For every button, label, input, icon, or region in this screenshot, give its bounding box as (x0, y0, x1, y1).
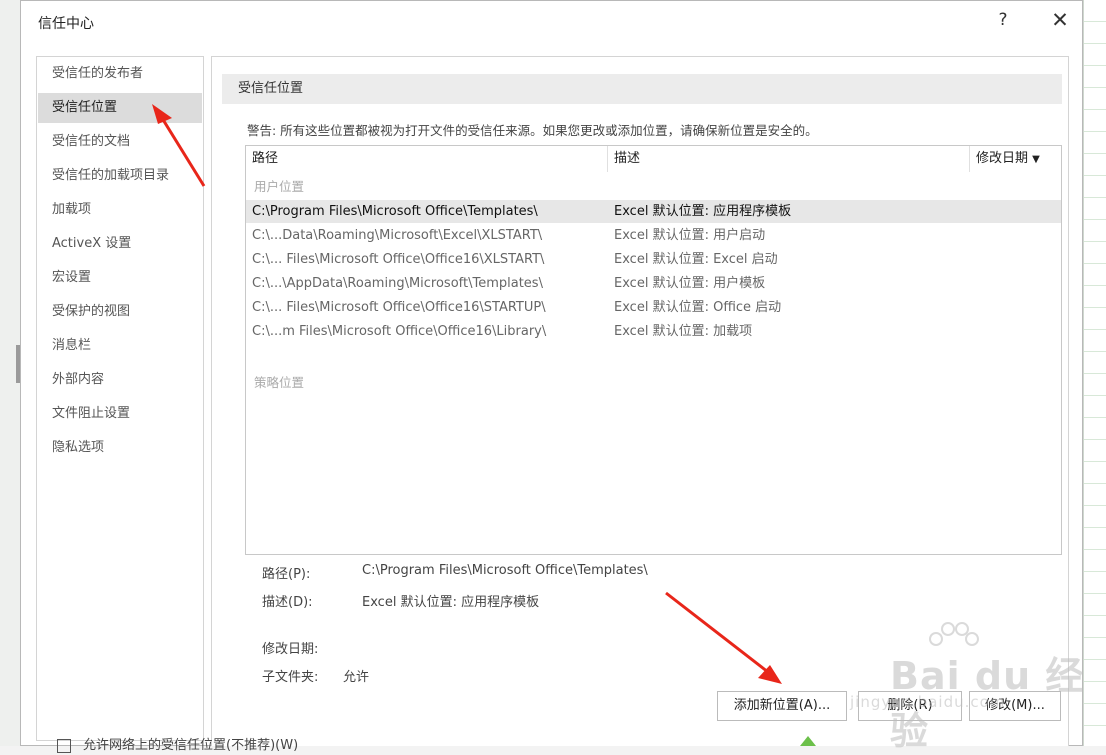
row-path: C:\Program Files\Microsoft Office\Templa… (252, 204, 538, 219)
sidebar-item-privacy[interactable]: 隐私选项 (38, 433, 202, 463)
column-header-path[interactable]: 路径 (246, 146, 608, 172)
sort-arrow-icon: ▼ (1032, 154, 1040, 165)
row-description: Excel 默认位置: 用户启动 (614, 228, 766, 243)
allow-network-locations-row[interactable]: 允许网络上的受信任位置(不推荐)(W) (57, 734, 298, 753)
section-title: 受信任位置 (222, 74, 1062, 104)
help-button[interactable]: ? (993, 10, 1013, 30)
row-path: C:\... Files\Microsoft Office\Office16\X… (252, 252, 545, 267)
detail-subfolders-value: 允许 (343, 670, 370, 685)
group-label-user-locations: 用户位置 (254, 179, 305, 194)
sidebar-item-macro-settings[interactable]: 宏设置 (38, 263, 202, 293)
title-bar: 信任中心 ? ✕ (21, 1, 1082, 43)
sidebar-item-trusted-publishers[interactable]: 受信任的发布者 (38, 59, 202, 89)
row-path: C:\...Data\Roaming\Microsoft\Excel\XLSTA… (252, 228, 543, 243)
green-triangle-icon (800, 736, 816, 746)
sidebar-item-trusted-addin-catalogs[interactable]: 受信任的加载项目录 (38, 161, 202, 191)
sidebar-item-trusted-documents[interactable]: 受信任的文档 (38, 127, 202, 157)
sidebar-item-addins[interactable]: 加载项 (38, 195, 202, 225)
row-path: C:\...m Files\Microsoft Office\Office16\… (252, 324, 547, 339)
sidebar-item-trusted-locations[interactable]: 受信任位置 (38, 93, 202, 123)
detail-path-value: C:\Program Files\Microsoft Office\Templa… (362, 563, 648, 578)
row-description: Excel 默认位置: 加载项 (614, 324, 753, 339)
table-row[interactable]: C:\Program Files\Microsoft Office\Templa… (246, 200, 1061, 223)
sidebar-item-activex[interactable]: ActiveX 设置 (38, 229, 202, 259)
table-row[interactable]: C:\...m Files\Microsoft Office\Office16\… (246, 320, 1061, 343)
table-row[interactable]: C:\...\AppData\Roaming\Microsoft\Templat… (246, 272, 1061, 295)
sidebar-item-message-bar[interactable]: 消息栏 (38, 331, 202, 361)
dialog-title: 信任中心 (38, 16, 94, 32)
add-new-location-button[interactable]: 添加新位置(A)... (717, 691, 847, 721)
column-header-date[interactable]: 修改日期 ▼ (970, 146, 1061, 172)
row-description: Excel 默认位置: 用户模板 (614, 276, 766, 291)
sidebar-item-protected-view[interactable]: 受保护的视图 (38, 297, 202, 327)
detail-subfolders-label: 子文件夹: (262, 670, 319, 685)
sidebar-item-file-block[interactable]: 文件阻止设置 (38, 399, 202, 429)
column-header-description[interactable]: 描述 (608, 146, 970, 172)
sidebar-item-external-content[interactable]: 外部内容 (38, 365, 202, 395)
detail-description-value: Excel 默认位置: 应用程序模板 (362, 595, 540, 610)
baidu-watermark: Bai du 经验 jingyan.baidu.com (830, 615, 1090, 753)
row-path: C:\...\AppData\Roaming\Microsoft\Templat… (252, 276, 543, 291)
sidebar-nav: 受信任的发布者 受信任位置 受信任的文档 受信任的加载项目录 加载项 Activ… (36, 56, 204, 741)
watermark-url: jingyan.baidu.com (850, 693, 1006, 711)
detail-description-label: 描述(D): (262, 595, 313, 610)
table-row[interactable]: C:\...Data\Roaming\Microsoft\Excel\XLSTA… (246, 224, 1061, 247)
group-label-policy-locations: 策略位置 (254, 375, 305, 390)
locations-table: 路径 描述 修改日期 ▼ 用户位置 C:\Program Files\Micro… (245, 145, 1062, 555)
row-path: C:\... Files\Microsoft Office\Office16\S… (252, 300, 546, 315)
row-description: Excel 默认位置: 应用程序模板 (614, 204, 792, 219)
detail-date-label: 修改日期: (262, 642, 319, 657)
table-row[interactable]: C:\... Files\Microsoft Office\Office16\X… (246, 248, 1061, 271)
row-description: Excel 默认位置: Excel 启动 (614, 252, 778, 267)
warning-text: 警告: 所有这些位置都被视为打开文件的受信任来源。如果您更改或添加位置，请确保新… (247, 123, 818, 138)
background-app-left (0, 0, 21, 746)
row-description: Excel 默认位置: Office 启动 (614, 300, 782, 315)
close-button[interactable]: ✕ (1047, 9, 1073, 31)
table-row[interactable]: C:\... Files\Microsoft Office\Office16\S… (246, 296, 1061, 319)
detail-path-label: 路径(P): (262, 567, 311, 582)
